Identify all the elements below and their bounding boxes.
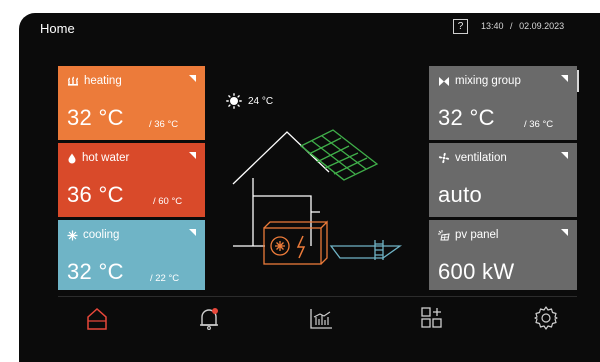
tile-pv-panel-corner-icon [561,229,568,236]
snowflake-icon [67,230,78,240]
clock-separator: / [510,21,513,31]
clock: 13:40 / 02.09.2023 [481,21,564,31]
tile-mixing-group-label: mixing group [455,75,521,87]
house-outline [232,131,330,247]
tile-ventilation[interactable]: ventilation auto [429,143,577,217]
heat-pump [263,220,328,265]
heating-icon [68,76,78,86]
sun-icon [226,93,242,109]
footer-divider [58,296,577,297]
help-button[interactable]: ? [453,19,468,34]
tile-pv-panel-label: pv panel [455,229,499,241]
tile-cooling-corner-icon [189,229,196,236]
weather-temperature: 24 °C [248,95,274,107]
tile-mixing-group-corner-icon [561,75,568,82]
tile-cooling[interactable]: cooling 32 °C / 22 °C [58,220,205,290]
tile-ventilation-value: auto [438,182,483,207]
weather-widget: 24 °C [226,93,273,109]
tile-cooling-setpoint: / 22 °C [150,273,180,284]
tile-cooling-value: 32 °C [67,259,124,284]
clock-time: 13:40 [481,21,504,31]
solar-panels [299,129,379,181]
solar-icon [438,229,450,240]
tile-heating[interactable]: heating 32 °C / 36 °C [58,66,205,140]
home-icon[interactable] [84,305,110,331]
water-drop-icon [68,153,76,163]
alarm-badge [212,308,218,314]
page-title: Home [40,21,75,36]
tile-ventilation-label: ventilation [455,152,507,164]
house-illustration [232,129,403,265]
tile-ventilation-corner-icon [561,152,568,159]
gear-icon[interactable] [533,305,559,331]
tile-mixing-group-setpoint: / 36 °C [524,119,554,130]
chart-icon[interactable] [308,305,334,331]
tile-hot-water[interactable]: hot water 36 °C / 60 °C [58,143,205,217]
tile-heating-corner-icon [189,75,196,82]
tile-hot-water-value: 36 °C [67,182,124,207]
tile-mixing-group[interactable]: mixing group 32 °C / 36 °C [429,66,577,140]
tile-heating-setpoint: / 36 °C [149,119,179,130]
tile-hot-water-setpoint: / 60 °C [153,196,183,207]
fan-icon [438,152,450,164]
tiles-scrollbar[interactable] [577,70,579,92]
tile-hot-water-corner-icon [189,152,196,159]
tile-cooling-label: cooling [83,229,120,241]
add-widget-icon[interactable] [419,305,445,331]
tile-heating-value: 32 °C [67,105,124,130]
tile-mixing-group-value: 32 °C [438,105,495,130]
mixer-fan-icon [439,76,449,86]
tile-hot-water-label: hot water [82,152,130,164]
swimming-pool [329,240,403,260]
tile-pv-panel[interactable]: pv panel 600 kW [429,220,577,290]
bell-icon[interactable] [196,305,222,331]
clock-date: 02.09.2023 [519,21,565,31]
tile-heating-label: heating [84,75,122,87]
tile-pv-panel-value: 600 kW [438,259,515,284]
